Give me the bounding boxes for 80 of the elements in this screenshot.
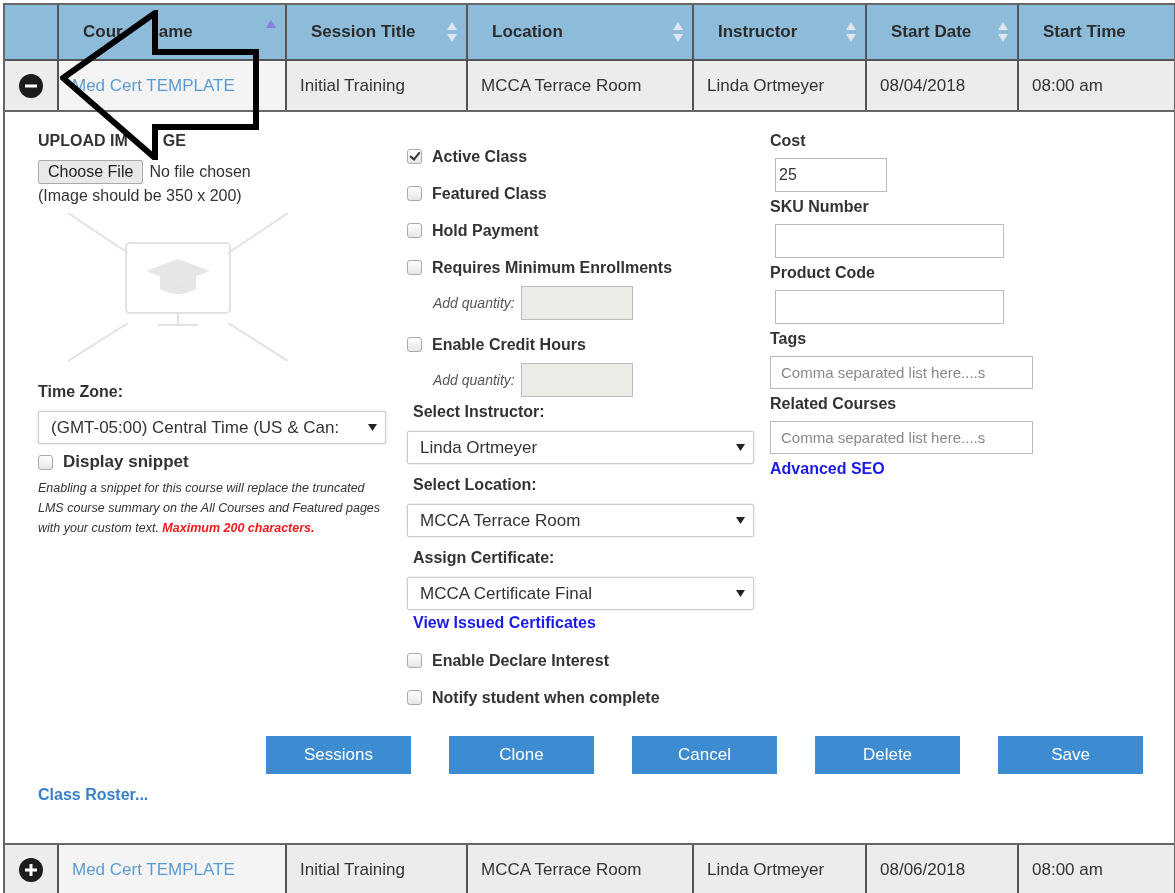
action-button[interactable]: Delete xyxy=(815,736,960,774)
input-field[interactable] xyxy=(775,224,1004,258)
column-header[interactable]: Cour xyxy=(83,22,123,42)
dropdown-select[interactable]: Linda Ortmeyer xyxy=(407,431,754,464)
quantity-label: Add quantity: xyxy=(433,372,515,388)
checkbox[interactable] xyxy=(407,260,422,275)
table-cell: 08/04/2018 xyxy=(880,75,966,96)
field-label: Assign Certificate: xyxy=(413,549,556,567)
field-label: Product Code xyxy=(770,264,876,282)
certificates-link[interactable]: View Issued Certificates xyxy=(413,614,596,631)
action-button[interactable]: Cancel xyxy=(632,736,777,774)
field-label: Time Zone: xyxy=(38,383,125,401)
checkbox[interactable] xyxy=(407,653,422,668)
field-label: Cost xyxy=(770,132,807,150)
table-cell: Initial Training xyxy=(300,75,405,96)
choose-file-button[interactable]: Choose File xyxy=(38,160,144,184)
expand-icon[interactable] xyxy=(18,856,44,883)
collapse-icon[interactable] xyxy=(18,72,44,99)
sort-icon[interactable] xyxy=(845,21,857,43)
column-header[interactable]: ame xyxy=(158,22,193,42)
quantity-field[interactable] xyxy=(520,363,633,397)
input-field[interactable] xyxy=(775,290,1004,324)
field-label: Select Location: xyxy=(413,476,538,494)
caret-icon xyxy=(368,424,377,431)
field-label: Tags xyxy=(770,330,808,348)
action-button[interactable]: Sessions xyxy=(266,736,411,774)
table-cell: Initial Training xyxy=(300,859,405,880)
checkbox[interactable] xyxy=(407,690,422,705)
caret-icon xyxy=(736,517,745,524)
table-cell: 08:00 am xyxy=(1032,859,1103,880)
checkbox-label: Display snippet xyxy=(63,452,189,472)
checkbox-label: Notify student when complete xyxy=(432,688,660,707)
dropdown-select[interactable]: MCCA Terrace Room xyxy=(407,504,754,537)
checkbox-label: Enable Credit Hours xyxy=(432,335,586,354)
field-label: SKU Number xyxy=(770,198,870,216)
input-field[interactable]: 25 xyxy=(775,158,887,192)
checkbox-label: Featured Class xyxy=(432,184,547,203)
checkbox-label: Hold Payment xyxy=(432,221,539,240)
quantity-field[interactable] xyxy=(520,286,633,320)
advanced-seo-link[interactable]: Advanced SEO xyxy=(770,460,885,477)
column-header[interactable]: Start Date xyxy=(891,22,972,42)
table-cell: Linda Ortmeyer xyxy=(707,859,825,880)
checkbox[interactable] xyxy=(407,149,422,164)
checkbox[interactable] xyxy=(38,454,53,470)
column-header[interactable]: Start Time xyxy=(1043,22,1126,42)
dropdown-select[interactable]: MCCA Certificate Final xyxy=(407,577,754,610)
field-label: Related Courses xyxy=(770,395,898,413)
action-button[interactable]: Save xyxy=(998,736,1143,774)
table-cell: Linda Ortmeyer xyxy=(707,75,825,96)
quantity-label: Add quantity: xyxy=(433,295,515,311)
image-size-hint: (Image should be 350 x 200) xyxy=(38,187,243,205)
sort-icon[interactable] xyxy=(997,21,1009,43)
table-cell: 08/06/2018 xyxy=(880,859,966,880)
checkbox[interactable] xyxy=(407,186,422,201)
table-cell: 08:00 am xyxy=(1032,75,1103,96)
input-field[interactable]: Comma separated list here....s xyxy=(770,421,1033,454)
checkbox[interactable] xyxy=(407,337,422,352)
snippet-note: Enabling a snippet for this course will replace the truncated LMS course summary on the All Courses and Featured pages with your custom text. Maximum 200 characters. xyxy=(38,480,382,537)
checkbox-label: Active Class xyxy=(432,147,528,166)
column-header[interactable]: Session Title xyxy=(311,22,416,42)
caret-icon xyxy=(736,444,745,451)
file-status: No file chosen xyxy=(149,163,251,181)
caret-icon xyxy=(736,590,745,597)
checkbox-label: Enable Declare Interest xyxy=(432,651,609,670)
action-button[interactable]: Clone xyxy=(449,736,594,774)
sort-icon[interactable] xyxy=(446,21,458,43)
input-field[interactable]: Comma separated list here....s xyxy=(770,356,1033,389)
column-header[interactable]: Instructor xyxy=(718,22,798,42)
time-zone-select[interactable]: (GMT-05:00) Central Time (US & Can: xyxy=(38,411,386,444)
field-label: Select Instructor: xyxy=(413,403,546,421)
class-roster-link[interactable]: Class Roster... xyxy=(38,786,149,804)
checkbox[interactable] xyxy=(407,223,422,238)
section-heading: UPLOAD IM xyxy=(38,132,128,150)
section-heading: GE xyxy=(162,132,186,150)
sort-icon[interactable] xyxy=(265,19,277,29)
table-cell: MCCA Terrace Room xyxy=(481,859,642,880)
sort-icon[interactable] xyxy=(672,21,684,43)
column-header[interactable]: Location xyxy=(492,22,563,42)
checkbox-label: Requires Minimum Enrollments xyxy=(432,258,673,277)
table-cell: MCCA Terrace Room xyxy=(481,75,642,96)
